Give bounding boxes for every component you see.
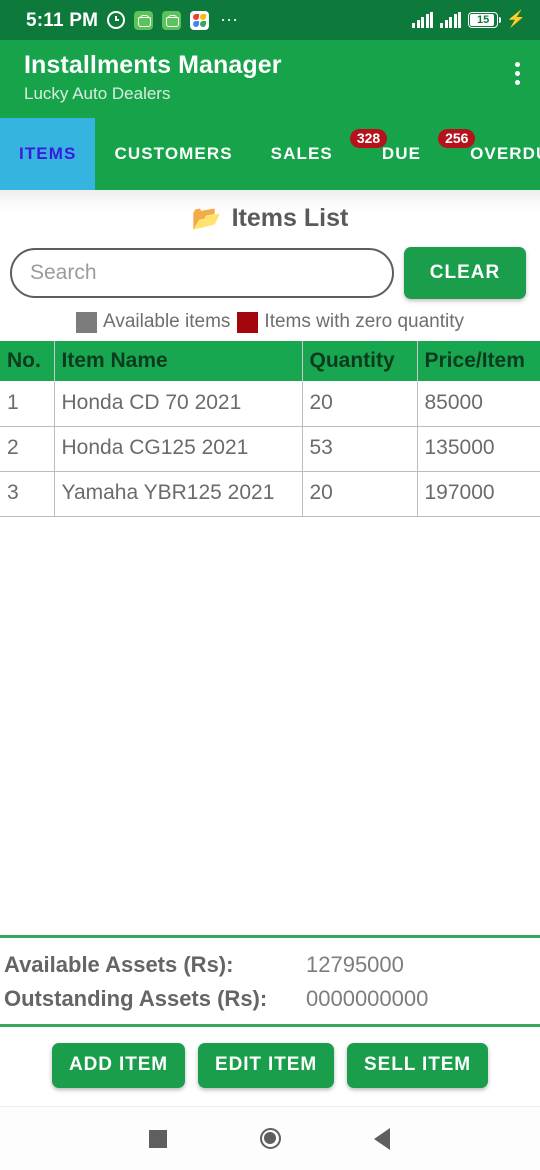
battery-icon: 15 [468, 12, 502, 28]
google-photos-icon [190, 10, 210, 30]
legend-swatch-zero [237, 311, 259, 333]
page-title: Installments Manager [24, 51, 282, 79]
table-header-row: No. Item Name Quantity Price/Item [0, 341, 540, 381]
table-header-price: Price/Item [417, 341, 540, 381]
items-table: No. Item Name Quantity Price/Item 1 Hond… [0, 341, 540, 517]
items-table-container[interactable]: No. Item Name Quantity Price/Item 1 Hond… [0, 341, 540, 935]
available-assets-label: Available Assets (Rs): [4, 952, 234, 977]
cell-item-name: Honda CG125 2021 [54, 426, 303, 472]
app-root: 5:11 PM ⋯ 15 ⚡ Installments Manager Luck… [0, 0, 540, 1170]
available-assets-value: 12795000 [306, 952, 404, 977]
cell-quantity: 20 [302, 471, 418, 517]
legend-swatch-available [75, 311, 97, 333]
add-item-button[interactable]: ADD ITEM [51, 1043, 185, 1088]
search-row: CLEAR [0, 241, 540, 299]
more-dots-icon: ⋯ [220, 10, 240, 30]
tab-sales-label: SALES [270, 144, 333, 163]
status-bar-right: 15 ⚡ [412, 12, 526, 28]
tab-overdue[interactable]: 256 OVERDUE [438, 118, 540, 190]
tab-items-label: ITEMS [19, 144, 77, 163]
table-row[interactable]: 1 Honda CD 70 2021 20 85000 [0, 381, 540, 427]
legend-label-zero: Items with zero quantity [264, 311, 465, 332]
cell-price: 135000 [417, 426, 540, 472]
cell-item-name: Honda CD 70 2021 [54, 381, 303, 427]
legend-label-available: Available items [102, 311, 231, 332]
tab-due-badge: 328 [349, 129, 388, 149]
app-green-icon [162, 10, 182, 30]
overflow-menu-icon[interactable] [515, 48, 520, 85]
circle-home-icon [259, 1128, 281, 1149]
sell-item-button[interactable]: SELL ITEM [347, 1043, 489, 1088]
tab-customers-label: CUSTOMERS [114, 144, 233, 163]
items-list-heading: 📂 Items List [0, 190, 540, 241]
cell-price: 85000 [417, 381, 540, 427]
tab-customers[interactable]: CUSTOMERS [95, 118, 251, 190]
cell-no: 3 [0, 471, 55, 517]
tab-overdue-badge: 256 [438, 129, 476, 149]
legend: Available items Items with zero quantity [0, 299, 540, 341]
available-assets-row: Available Assets (Rs): 12795000 [4, 948, 540, 982]
signal-strength-icon-sim1 [412, 12, 434, 28]
battery-level-label: 15 [476, 13, 490, 26]
cell-price: 197000 [417, 471, 540, 517]
action-button-bar: ADD ITEM EDIT ITEM SELL ITEM [0, 1027, 540, 1106]
table-header-quantity: Quantity [302, 341, 418, 381]
cell-item-name: Yamaha YBR125 2021 [54, 471, 303, 517]
tab-items[interactable]: ITEMS [0, 118, 96, 190]
app-green-icon [134, 10, 154, 30]
charging-bolt-icon: ⚡ [506, 11, 526, 28]
outstanding-assets-row: Outstanding Assets (Rs): 0000000000 [4, 982, 540, 1016]
back-button[interactable] [326, 1107, 438, 1170]
page-subtitle: Lucky Auto Dealers [24, 83, 171, 103]
table-header-item-name: Item Name [54, 341, 303, 381]
recents-button[interactable] [102, 1107, 214, 1170]
android-navigation-bar [0, 1106, 540, 1170]
tab-due[interactable]: 328 DUE [349, 118, 440, 190]
cell-no: 2 [0, 426, 55, 472]
clear-button[interactable]: CLEAR [404, 247, 526, 299]
app-bar-titles: Installments Manager Lucky Auto Dealers [24, 48, 282, 103]
status-bar: 5:11 PM ⋯ 15 ⚡ [0, 0, 540, 40]
table-row[interactable]: 2 Honda CG125 2021 53 135000 [0, 426, 540, 472]
tab-overdue-label: OVERDUE [470, 144, 540, 163]
status-bar-left: 5:11 PM ⋯ [26, 9, 240, 31]
legend-item-zero: Items with zero quantity [237, 311, 464, 333]
square-recents-icon [149, 1129, 167, 1148]
cell-quantity: 53 [302, 426, 418, 472]
search-input[interactable] [10, 248, 394, 298]
items-list-heading-label: Items List [231, 204, 349, 232]
table-row[interactable]: 3 Yamaha YBR125 2021 20 197000 [0, 471, 540, 517]
triangle-back-icon [374, 1127, 390, 1150]
totals-section: Available Assets (Rs): 12795000 Outstand… [0, 935, 540, 1027]
signal-strength-icon-sim2 [440, 12, 462, 28]
outstanding-assets-value: 0000000000 [306, 986, 429, 1011]
tab-bar: ITEMS CUSTOMERS SALES 328 DUE 256 OVERDU… [0, 118, 540, 190]
cell-quantity: 20 [302, 381, 418, 427]
home-button[interactable] [214, 1107, 326, 1170]
alarm-icon [107, 11, 126, 29]
folder-icon: 📂 [191, 204, 222, 232]
edit-item-button[interactable]: EDIT ITEM [198, 1043, 335, 1088]
outstanding-assets-label: Outstanding Assets (Rs): [4, 986, 268, 1011]
status-bar-clock: 5:11 PM [26, 9, 99, 31]
content-area: 📂 Items List CLEAR Available items Items… [0, 190, 540, 1106]
table-header-no: No. [0, 341, 55, 381]
cell-no: 1 [0, 381, 55, 427]
tab-due-label: DUE [381, 144, 422, 163]
legend-item-available: Available items [75, 311, 231, 333]
app-bar: Installments Manager Lucky Auto Dealers [0, 40, 540, 118]
tab-sales[interactable]: SALES [252, 118, 352, 190]
